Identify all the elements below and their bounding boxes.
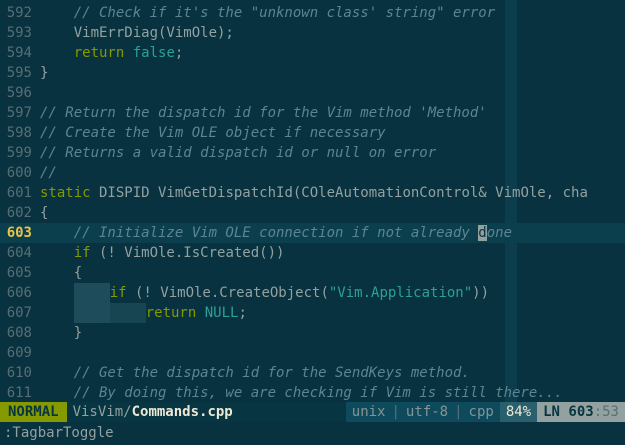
current-line[interactable]: 603 // Initialize Vim OLE connection if … xyxy=(0,223,625,243)
file-format: unix xyxy=(351,404,386,420)
code-line[interactable]: 600 // xyxy=(0,163,625,183)
scroll-percent: 84% xyxy=(499,402,538,422)
line-number: 603 xyxy=(6,225,32,241)
editor-buffer[interactable]: 592 // Check if it's the "unknown class'… xyxy=(0,0,625,402)
line-number: 611 xyxy=(6,385,32,401)
mode-indicator: NORMAL xyxy=(0,402,67,422)
line-number: 610 xyxy=(6,365,32,381)
column-number: :53 xyxy=(593,404,619,420)
line-number: 608 xyxy=(6,325,32,341)
file-encoding: utf-8 xyxy=(405,404,449,420)
line-code: // Return the dispatch id for the Vim me… xyxy=(40,105,487,121)
line-number: 594 xyxy=(6,45,32,61)
line-code: static DISPID VimGetDispatchId(COleAutom… xyxy=(40,185,588,201)
code-line[interactable]: 592 // Check if it's the "unknown class'… xyxy=(0,3,625,23)
statusline-fill xyxy=(240,402,346,422)
code-line[interactable]: 599 // Returns a valid dispatch id or nul… xyxy=(0,143,625,163)
line-code: // Initialize Vim OLE connection if not … xyxy=(40,225,513,241)
code-line[interactable]: 611 // By doing this, we are checking if… xyxy=(0,383,625,402)
line-number: 596 xyxy=(6,85,32,101)
code-line[interactable]: 602 { xyxy=(0,203,625,223)
file-path: VisVim/Commands.cpp xyxy=(66,402,241,422)
code-line[interactable]: 605 { xyxy=(0,263,625,283)
line-number: 599 xyxy=(6,145,32,161)
whitespace-highlight xyxy=(73,283,110,303)
line-code: } xyxy=(40,65,49,81)
cursor-position: LN 603:53 xyxy=(537,402,625,422)
command-line[interactable]: :TagbarToggle xyxy=(0,422,625,445)
separator: | xyxy=(391,404,400,420)
line-number: 603 xyxy=(568,404,594,420)
line-code: { xyxy=(40,265,83,281)
separator: | xyxy=(454,404,463,420)
line-number: 604 xyxy=(6,245,32,261)
line-code: // By doing this, we are checking if Vim… xyxy=(40,385,563,401)
text-cursor: d xyxy=(478,225,487,241)
line-number: 592 xyxy=(6,5,32,21)
line-number: 598 xyxy=(6,125,32,141)
line-code: // xyxy=(40,165,57,181)
line-number: 597 xyxy=(6,105,32,121)
line-code: // Get the dispatch id for the SendKeys … xyxy=(40,365,470,381)
file-type: cpp xyxy=(468,404,494,420)
file-info: unix | utf-8 | cpp xyxy=(345,402,500,422)
line-number: 600 xyxy=(6,165,32,181)
code-line[interactable]: 597 // Return the dispatch id for the Vim… xyxy=(0,103,625,123)
code-line[interactable]: 606 if (! VimOle.CreateObject("Vim.Appli… xyxy=(0,283,625,303)
line-number: 601 xyxy=(6,185,32,201)
line-number: 609 xyxy=(6,345,32,361)
code-line[interactable]: 598 // Create the Vim OLE object if neces… xyxy=(0,123,625,143)
code-line[interactable]: 594 return false; xyxy=(0,43,625,63)
line-code: } xyxy=(40,325,83,341)
line-code: return false; xyxy=(73,45,184,61)
line-number: 595 xyxy=(6,65,32,81)
line-code: // Returns a valid dispatch id or null o… xyxy=(40,145,437,161)
line-code: { xyxy=(40,205,49,221)
line-code: if (! VimOle.IsCreated()) xyxy=(73,245,285,261)
whitespace-highlight xyxy=(73,303,110,323)
file-dir: VisVim/ xyxy=(72,404,132,420)
line-code: VimErrDiag(VimOle); xyxy=(40,25,234,41)
code-line[interactable]: 595} xyxy=(0,63,625,83)
line-code: return NULL; xyxy=(40,303,247,323)
line-code: // Create the Vim OLE object if necessar… xyxy=(40,125,386,141)
file-name: Commands.cpp xyxy=(131,404,233,420)
code-line[interactable]: 604 if (! VimOle.IsCreated()) xyxy=(0,243,625,263)
line-number: 602 xyxy=(6,205,32,221)
statusline: NORMAL VisVim/Commands.cpp unix | utf-8 … xyxy=(0,402,625,422)
line-number: 607 xyxy=(6,305,32,321)
line-number: 605 xyxy=(6,265,32,281)
line-code: if (! VimOle.CreateObject("Vim.Applicati… xyxy=(40,283,489,303)
line-number: 606 xyxy=(6,285,32,301)
code-line[interactable]: 601 static DISPID VimGetDispatchId(COleAu… xyxy=(0,183,625,203)
code-line[interactable]: 610 // Get the dispatch id for the SendK… xyxy=(0,363,625,383)
line-code: // Check if it's the "unknown class' str… xyxy=(40,5,496,21)
code-line[interactable]: 596 xyxy=(0,83,625,103)
code-line[interactable]: 593 VimErrDiag(VimOle); xyxy=(0,23,625,43)
whitespace-highlight xyxy=(109,303,146,323)
line-number: 593 xyxy=(6,25,32,41)
code-line[interactable]: 607 return NULL; xyxy=(0,303,625,323)
code-line[interactable]: 609 xyxy=(0,343,625,363)
code-line[interactable]: 608 } xyxy=(0,323,625,343)
line-label: LN xyxy=(543,404,560,420)
